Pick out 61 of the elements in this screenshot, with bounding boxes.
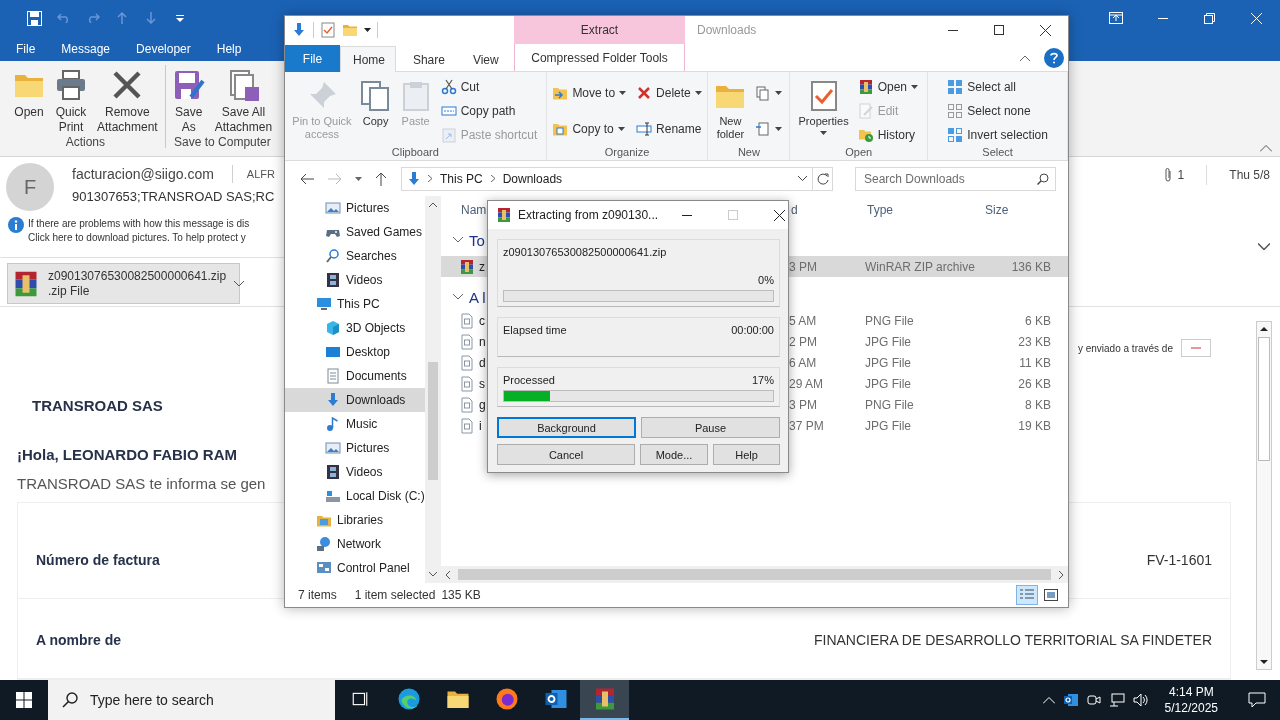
- elapsed-time: 00:00:00: [731, 324, 774, 336]
- file-date: 5 AM: [789, 313, 817, 328]
- message-date: Thu 5/8: [1229, 168, 1270, 183]
- file-date: 3 PM: [789, 397, 817, 412]
- field-value: FV-1-1601: [1146, 552, 1212, 568]
- file-date: 29 AM: [789, 376, 824, 391]
- dialog-title: Extracting from z090130...: [518, 208, 659, 222]
- file-name: s: [479, 376, 485, 391]
- file-size: 19 KB: [1018, 418, 1051, 433]
- file-size: 26 KB: [1018, 376, 1051, 391]
- percent-text: 0%: [758, 274, 774, 286]
- processed-label: Processed: [503, 374, 555, 386]
- field-value: FINANCIERA DE DESARROLLO TERRITORIAL SA FINDETER: [813, 632, 1212, 648]
- file-name: z09013076530082500000641.zip: [503, 246, 668, 258]
- file-type: JPG File: [865, 334, 911, 349]
- group-label: Open: [845, 146, 873, 158]
- group-label: Save to Computer: [174, 135, 271, 150]
- attachment-count: 1: [1177, 168, 1185, 183]
- file-type: WinRAR ZIP archive: [865, 259, 975, 274]
- file-size: 6 KB: [1025, 313, 1051, 328]
- greeting: ¡Hola, LEONARDO FABIO RAM: [17, 446, 237, 463]
- file-size: 136 KB: [1011, 259, 1051, 274]
- file-type: JPG File: [865, 355, 911, 370]
- file-size: 8 KB: [1025, 397, 1051, 412]
- window-title: Downloads: [697, 23, 757, 37]
- file-type: PNG File: [865, 313, 914, 328]
- file-date: 37 PM: [789, 418, 824, 433]
- group-label: Organize: [604, 146, 650, 158]
- context-tab-header: Extract: [514, 16, 685, 44]
- file-name: n: [479, 334, 486, 349]
- file-name: i: [479, 418, 482, 433]
- field-label: Número de factura: [36, 552, 160, 568]
- file-name: c: [479, 313, 485, 328]
- body-text: y enviado a través de: [1077, 342, 1173, 354]
- file-name: g: [479, 397, 486, 412]
- file-size: 23 KB: [1018, 334, 1051, 349]
- company-name: TRANSROAD SAS: [32, 397, 163, 414]
- body-text: TRANSROAD SAS te informa se gen: [17, 475, 266, 492]
- file-date: 2 PM: [789, 334, 817, 349]
- file-date: 6 AM: [789, 355, 817, 370]
- elapsed-label: Elapsed time: [503, 324, 567, 336]
- group-label: Select: [982, 146, 1013, 158]
- file-type: JPG File: [865, 418, 911, 433]
- file-type: JPG File: [865, 376, 911, 391]
- avatar: F: [6, 163, 54, 212]
- subject: 901307653;TRANSROAD SAS;RC: [72, 189, 275, 205]
- group-label: Actions: [65, 135, 106, 150]
- group-label: Clipboard: [391, 146, 439, 158]
- percent-text: 17%: [751, 374, 774, 386]
- status-text: 7 items: [298, 588, 337, 602]
- file-date: 3 PM: [789, 259, 817, 274]
- group-label: New: [737, 146, 760, 158]
- sender-address: facturacion@siigo.com: [72, 166, 214, 183]
- status-text: 1 item selected: [354, 588, 436, 602]
- file-type: PNG File: [865, 397, 914, 412]
- file-name: d: [479, 355, 486, 370]
- file-size: 11 KB: [1019, 355, 1051, 370]
- field-label: A nombre de: [36, 632, 122, 648]
- status-text: 135 KB: [441, 588, 481, 602]
- recipient: ALFR: [246, 168, 275, 181]
- file-name: z: [479, 259, 485, 274]
